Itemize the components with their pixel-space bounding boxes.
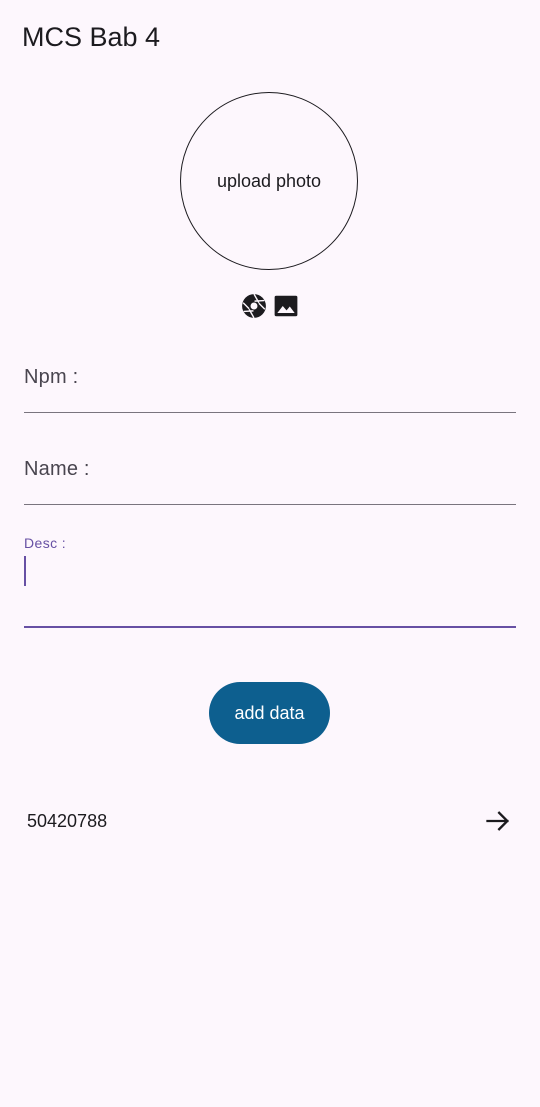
list-item[interactable]: 50420788 [0, 790, 540, 852]
page-title: MCS Bab 4 [22, 22, 161, 52]
camera-shutter-icon[interactable] [240, 292, 268, 320]
desc-field[interactable]: Desc : [24, 528, 516, 630]
photo-source-icons [240, 292, 300, 320]
list-item-text: 50420788 [27, 811, 108, 831]
name-underline [24, 504, 516, 505]
npm-underline [24, 412, 516, 413]
npm-label: Npm : [24, 366, 79, 388]
arrow-forward-icon[interactable] [484, 807, 512, 835]
name-label: Name : [24, 458, 90, 480]
upload-photo-label: upload photo [216, 170, 322, 191]
add-data-button[interactable]: add data [209, 682, 330, 744]
desc-label: Desc : [24, 535, 67, 551]
image-gallery-icon[interactable] [272, 292, 300, 320]
desc-underline [24, 626, 516, 628]
npm-field[interactable]: Npm : [24, 350, 516, 414]
upload-photo-button[interactable]: upload photo [180, 92, 358, 270]
name-field[interactable]: Name : [24, 442, 516, 506]
text-cursor [24, 556, 26, 586]
